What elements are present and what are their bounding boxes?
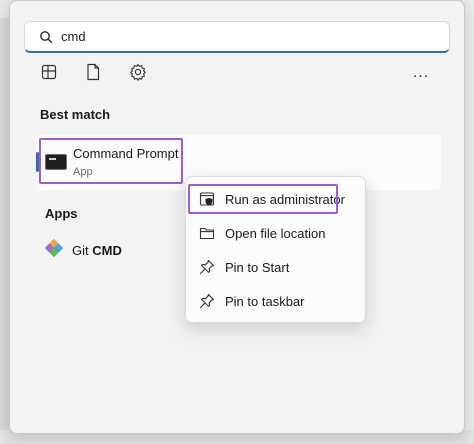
search-filter-bar xyxy=(36,61,446,87)
desktop: ... Best match Command Prompt App Apps xyxy=(0,0,474,444)
search-icon xyxy=(35,26,57,48)
pin-icon xyxy=(198,258,216,276)
menu-item-pin-to-start[interactable]: Pin to Start xyxy=(192,253,359,281)
apps-filter-button[interactable] xyxy=(36,61,62,87)
git-cmd-label: Git CMD xyxy=(72,243,122,258)
search-input[interactable] xyxy=(61,29,421,44)
apps-grid-icon xyxy=(41,64,57,85)
start-search-panel: ... Best match Command Prompt App Apps xyxy=(9,0,465,434)
search-box[interactable] xyxy=(24,21,450,53)
menu-item-open-file-location[interactable]: Open file location xyxy=(192,219,359,247)
folder-icon xyxy=(198,224,216,242)
more-options-button[interactable]: ... xyxy=(408,63,434,83)
git-cmd-icon xyxy=(44,238,64,263)
command-prompt-highlight xyxy=(39,138,183,184)
list-item-git-cmd[interactable]: Git CMD xyxy=(44,237,122,263)
pin-icon xyxy=(198,292,216,310)
menu-item-label: Open file location xyxy=(225,225,326,241)
gear-icon xyxy=(129,63,147,86)
apps-heading: Apps xyxy=(45,206,78,221)
settings-filter-button[interactable] xyxy=(125,61,151,87)
git-cmd-label-prefix: Git xyxy=(72,242,93,258)
best-match-heading: Best match xyxy=(40,107,111,122)
menu-item-label: Pin to taskbar xyxy=(225,293,305,309)
run-as-administrator-highlight xyxy=(188,184,338,214)
menu-item-pin-to-taskbar[interactable]: Pin to taskbar xyxy=(192,287,359,315)
documents-filter-button[interactable] xyxy=(80,61,106,87)
git-cmd-label-match: CMD xyxy=(92,242,122,258)
menu-item-label: Pin to Start xyxy=(225,259,290,275)
document-icon xyxy=(85,63,101,86)
